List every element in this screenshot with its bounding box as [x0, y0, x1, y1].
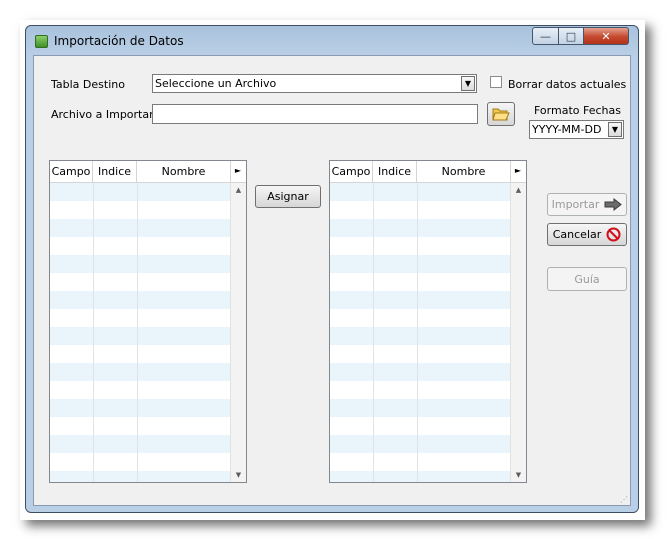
app-icon [35, 35, 48, 48]
column-header-indice[interactable]: Indice [93, 161, 137, 182]
formato-fechas-label: Formato Fechas [534, 104, 621, 117]
minimize-icon: — [540, 29, 551, 43]
borrar-datos-checkbox[interactable] [490, 76, 502, 88]
column-header-nombre[interactable]: Nombre [137, 161, 231, 182]
borrar-datos-label: Borrar datos actuales [508, 78, 627, 91]
folder-open-icon [492, 108, 510, 121]
tabla-destino-label: Tabla Destino [51, 78, 125, 91]
formato-fechas-select[interactable]: YYYY-MM-DD ▼ [529, 120, 624, 139]
title-bar[interactable]: Importación de Datos — □ ✕ [26, 26, 638, 56]
cancelar-button[interactable]: Cancelar [547, 223, 627, 246]
scroll-up-icon[interactable]: ▲ [511, 183, 526, 197]
arrow-right-icon [604, 198, 623, 211]
browse-file-button[interactable] [487, 102, 515, 126]
tabla-destino-select[interactable]: Seleccione un Archivo ▼ [152, 74, 477, 93]
scroll-down-icon[interactable]: ▼ [511, 468, 526, 482]
grid-rows [50, 183, 230, 482]
archivo-importar-input[interactable] [152, 104, 478, 124]
dialog-body: Tabla Destino Seleccione un Archivo ▼ Bo… [33, 55, 631, 506]
column-header-indice[interactable]: Indice [373, 161, 417, 182]
column-header-nombre[interactable]: Nombre [417, 161, 511, 182]
formato-fechas-value: YYYY-MM-DD [532, 123, 602, 136]
tabla-destino-value: Seleccione un Archivo [155, 77, 277, 90]
grid-header: Campo Indice Nombre ► [50, 161, 246, 183]
scroll-up-icon[interactable]: ▲ [231, 183, 246, 197]
cancelar-label: Cancelar [552, 228, 602, 241]
vertical-scrollbar[interactable]: ▲ ▼ [230, 183, 246, 482]
archivo-importar-label: Archivo a Importar [51, 108, 154, 121]
window-title: Importación de Datos [54, 34, 184, 48]
close-icon: ✕ [601, 29, 611, 43]
scroll-down-icon[interactable]: ▼ [231, 468, 246, 482]
close-button[interactable]: ✕ [583, 27, 629, 45]
chevron-down-icon[interactable]: ▼ [461, 76, 475, 91]
grid-rows [330, 183, 510, 482]
chevron-right-icon[interactable]: ► [510, 161, 526, 182]
import-window: Importación de Datos — □ ✕ Tabla Destino… [25, 25, 639, 513]
target-fields-grid[interactable]: Campo Indice Nombre ► ▲ ▼ [329, 160, 527, 483]
chevron-down-icon[interactable]: ▼ [608, 122, 622, 137]
source-fields-grid[interactable]: Campo Indice Nombre ► ▲ ▼ [49, 160, 247, 483]
asignar-button[interactable]: Asignar [255, 185, 321, 208]
guia-button[interactable]: Guía [547, 267, 627, 291]
column-header-campo[interactable]: Campo [50, 161, 93, 182]
importar-label: Importar [551, 198, 600, 211]
maximize-button[interactable]: □ [558, 27, 584, 45]
column-header-campo[interactable]: Campo [330, 161, 373, 182]
resize-grip-icon[interactable]: ⋰ [620, 496, 628, 504]
importar-button[interactable]: Importar [547, 193, 627, 216]
no-entry-icon [606, 227, 621, 242]
chevron-right-icon[interactable]: ► [230, 161, 246, 182]
maximize-icon: □ [565, 29, 577, 43]
grid-header: Campo Indice Nombre ► [330, 161, 526, 183]
minimize-button[interactable]: — [532, 27, 559, 45]
vertical-scrollbar[interactable]: ▲ ▼ [510, 183, 526, 482]
